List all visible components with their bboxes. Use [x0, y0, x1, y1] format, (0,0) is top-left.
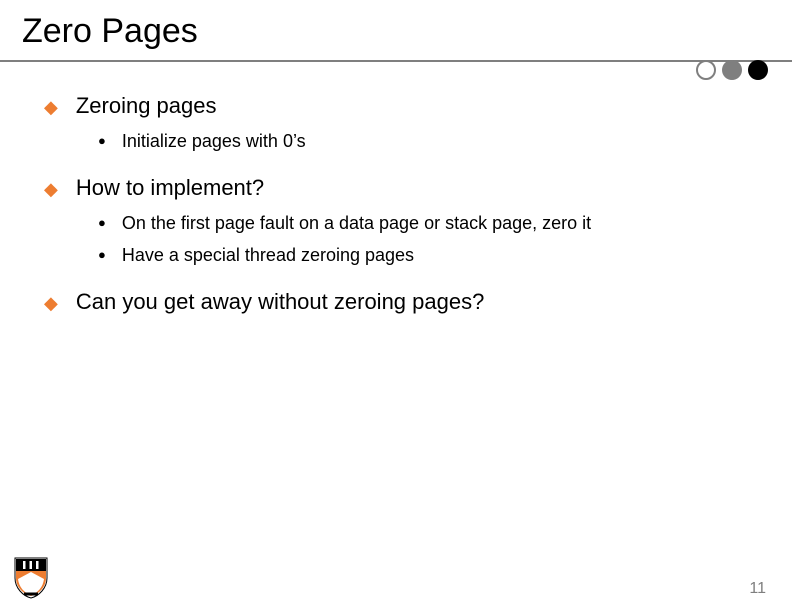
- bullet-text: How to implement?: [76, 172, 264, 204]
- bullet-text: Initialize pages with 0’s: [122, 128, 306, 154]
- title-dots: [696, 60, 768, 80]
- bullet-zeroing-pages: ◆ Zeroing pages: [44, 90, 764, 122]
- bullet-text: Zeroing pages: [76, 90, 217, 122]
- diamond-bullet-icon: ◆: [44, 176, 58, 202]
- dot-bullet-icon: ●: [98, 214, 106, 233]
- diamond-bullet-icon: ◆: [44, 94, 58, 120]
- bullet-text: On the first page fault on a data page o…: [122, 210, 591, 236]
- dot-gray-icon: [722, 60, 742, 80]
- princeton-shield-icon: [14, 557, 48, 604]
- dot-black-icon: [748, 60, 768, 80]
- subbullet-first-fault: ● On the first page fault on a data page…: [98, 210, 764, 236]
- slide-body: ◆ Zeroing pages ● Initialize pages with …: [44, 86, 764, 320]
- bullet-text: Have a special thread zeroing pages: [122, 242, 414, 268]
- dot-bullet-icon: ●: [98, 132, 106, 151]
- bullet-how-implement: ◆ How to implement?: [44, 172, 764, 204]
- title-divider: [0, 60, 792, 62]
- dot-outline-icon: [696, 60, 716, 80]
- subbullet-special-thread: ● Have a special thread zeroing pages: [98, 242, 764, 268]
- diamond-bullet-icon: ◆: [44, 290, 58, 316]
- bullet-get-away: ◆ Can you get away without zeroing pages…: [44, 286, 764, 318]
- bullet-text: Can you get away without zeroing pages?: [76, 286, 484, 318]
- slide-title: Zero Pages: [22, 12, 198, 51]
- subbullet-initialize: ● Initialize pages with 0’s: [98, 128, 764, 154]
- page-number: 11: [749, 580, 766, 598]
- dot-bullet-icon: ●: [98, 246, 106, 265]
